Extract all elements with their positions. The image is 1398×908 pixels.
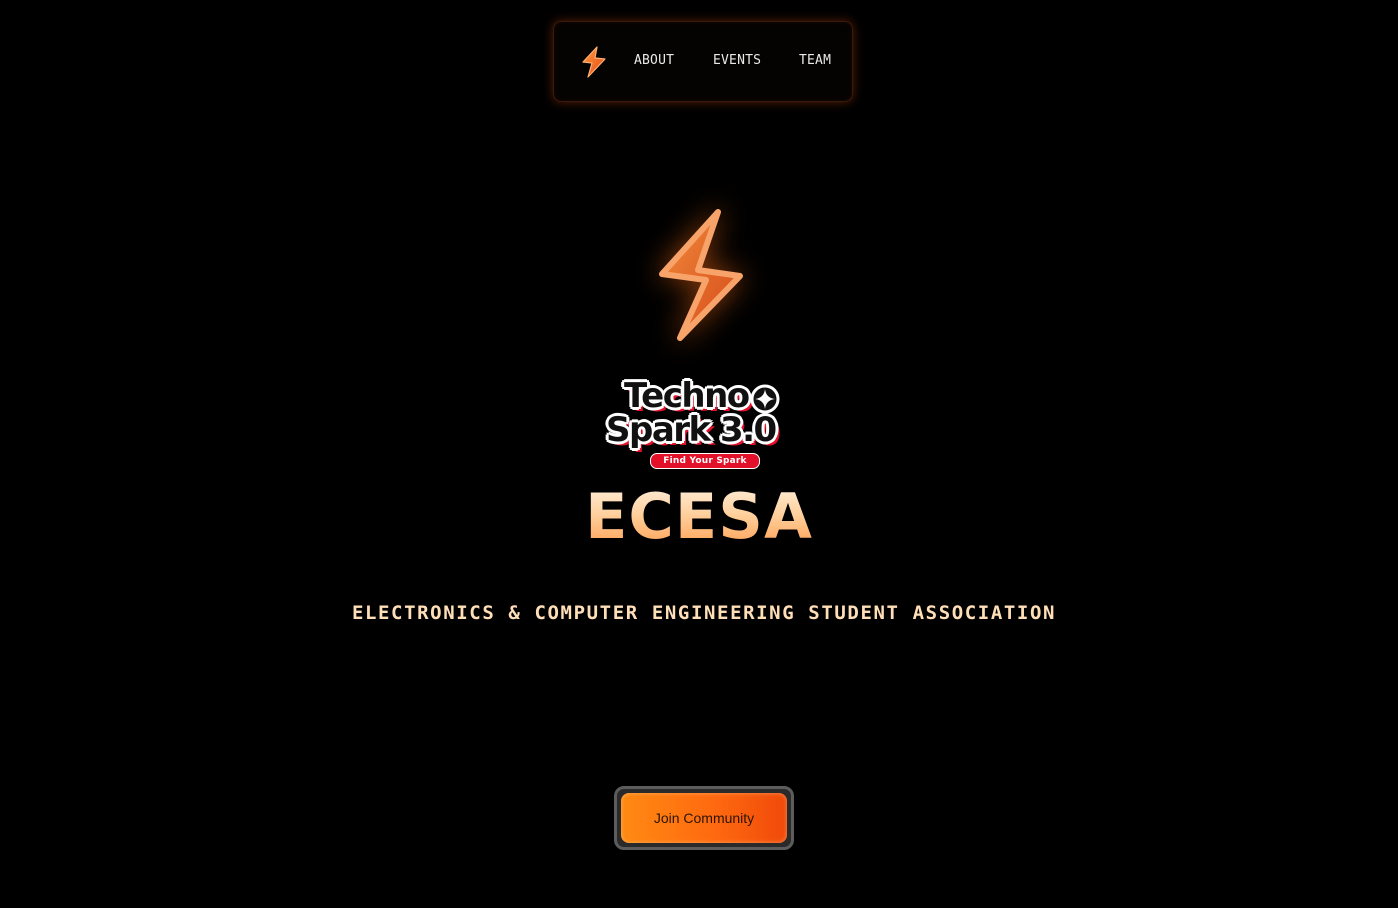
join-community-button[interactable]: Join Community (621, 793, 787, 843)
technospark-tagline: Find Your Spark (650, 453, 760, 469)
association-full-name: ELECTRONICS & COMPUTER ENGINEERING STUDE… (351, 602, 1057, 624)
hero-lightning-bolt-icon (659, 209, 743, 341)
top-navigation: ABOUT EVENTS TEAM (553, 21, 853, 102)
technospark-logo-line2: Spark 3.0 (606, 410, 777, 450)
nav-link-team[interactable]: TEAM (799, 53, 831, 68)
join-community-button-frame: Join Community (614, 786, 794, 850)
lightning-bolt-icon[interactable] (578, 45, 610, 79)
brand-title: ECESA (0, 480, 1398, 553)
landing-page: ABOUT EVENTS TEAM Techno Spark 3.0 Find … (0, 0, 1398, 908)
nav-link-about[interactable]: ABOUT (634, 53, 674, 68)
technospark-event-logo: Techno Spark 3.0 Find Your Spark (600, 374, 808, 470)
nav-link-events[interactable]: EVENTS (713, 53, 761, 68)
sparkle-star-icon (750, 384, 780, 414)
